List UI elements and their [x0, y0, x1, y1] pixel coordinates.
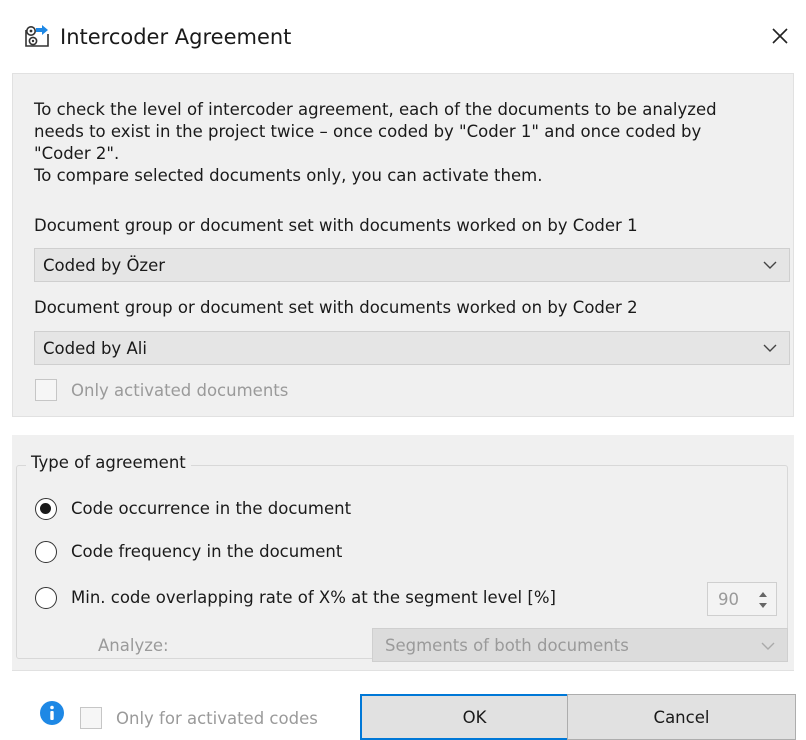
coder2-label: Document group or document set with docu…	[34, 298, 638, 317]
analyze-label: Analyze:	[98, 636, 169, 655]
coder1-select[interactable]: Coded by Özer	[34, 248, 790, 282]
dialog-footer: Only for activated codes OK Cancel	[0, 671, 806, 740]
overlap-rate-value: 90	[718, 590, 739, 609]
chevron-down-icon	[763, 261, 777, 269]
overlap-rate-spinner[interactable]: 90	[707, 582, 777, 616]
agreement-group-title: Type of agreement	[26, 453, 191, 472]
info-icon[interactable]	[40, 701, 64, 725]
radio-overlap-rate-label: Min. code overlapping rate of X% at the …	[71, 588, 556, 607]
only-activated-documents-checkbox[interactable]	[35, 379, 57, 401]
intro-line: To compare selected documents only, you …	[34, 166, 543, 185]
intro-line: needs to exist in the project twice – on…	[34, 122, 702, 141]
dialog-title: Intercoder Agreement	[60, 25, 292, 49]
coder1-select-value: Coded by Özer	[43, 256, 166, 275]
only-activated-codes-checkbox[interactable]	[80, 707, 102, 729]
intro-line: "Coder 2".	[34, 144, 120, 163]
ok-button[interactable]: OK	[360, 694, 589, 740]
radio-code-frequency-label: Code frequency in the document	[71, 542, 343, 561]
cancel-button[interactable]: Cancel	[567, 694, 796, 740]
intercoder-icon	[25, 25, 49, 47]
radio-code-occurrence[interactable]	[35, 498, 57, 520]
chevron-down-icon	[763, 344, 777, 352]
intro-text: To check the level of intercoder agreeme…	[34, 99, 789, 187]
only-activated-documents-label: Only activated documents	[71, 381, 289, 400]
chevron-down-icon	[761, 642, 775, 650]
agreement-panel: Type of agreement Code occurrence in the…	[12, 435, 794, 671]
title-bar: Intercoder Agreement	[0, 0, 806, 68]
spinner-arrows-icon[interactable]	[756, 589, 770, 611]
document-selection-panel: To check the level of intercoder agreeme…	[12, 73, 794, 417]
radio-code-frequency[interactable]	[35, 541, 57, 563]
close-icon[interactable]	[766, 22, 794, 50]
analyze-select-value: Segments of both documents	[385, 636, 629, 655]
radio-code-occurrence-label: Code occurrence in the document	[71, 499, 352, 518]
coder2-select-value: Coded by Ali	[43, 339, 147, 358]
only-activated-codes-label: Only for activated codes	[116, 709, 318, 728]
coder2-select[interactable]: Coded by Ali	[34, 331, 790, 365]
coder1-label: Document group or document set with docu…	[34, 216, 638, 235]
radio-overlap-rate[interactable]	[35, 587, 57, 609]
intro-line: To check the level of intercoder agreeme…	[34, 100, 717, 119]
analyze-select[interactable]: Segments of both documents	[372, 628, 788, 662]
